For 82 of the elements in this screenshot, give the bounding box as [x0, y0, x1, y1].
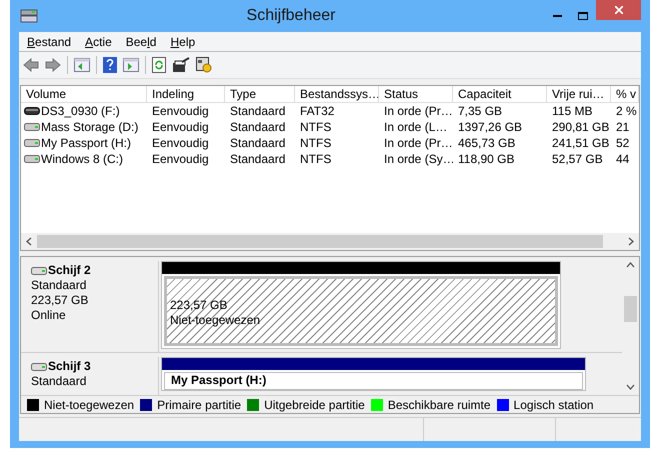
- table-cell-text: 115 MB: [551, 103, 594, 120]
- column-header[interactable]: Capaciteit: [453, 86, 547, 103]
- disk-drive-icon: [31, 266, 47, 274]
- legend-label: Niet-toegewezen: [44, 396, 134, 414]
- volume-name: Windows 8 (C:): [41, 151, 124, 168]
- table-cell-text: 52: [615, 135, 630, 152]
- panel-icon[interactable]: [123, 58, 139, 72]
- table-cell-text: Eenvoudig: [151, 103, 210, 120]
- panel-icon[interactable]: [74, 58, 90, 72]
- table-cell-text: 241,51 GB: [551, 135, 610, 152]
- column-header[interactable]: % v: [611, 86, 639, 103]
- table-cell-text: Standaard: [229, 135, 286, 152]
- legend-label: Beschikbare ruimte: [388, 396, 491, 414]
- disk-drive-icon: [24, 155, 40, 163]
- disk-info: 223,57 GB: [31, 293, 90, 308]
- refresh-icon[interactable]: [152, 57, 166, 73]
- disk-drive-icon: [24, 123, 40, 131]
- table-cell-text: In orde (Pr…: [383, 135, 453, 152]
- table-cell-text: 21: [615, 119, 630, 136]
- volume-name: My Passport (H:): [41, 135, 132, 152]
- table-cell-text: 465,73 GB: [457, 135, 516, 152]
- help-icon[interactable]: [103, 57, 117, 73]
- disk-info: Online: [31, 308, 67, 323]
- table-cell-text: In orde (Sy…: [383, 151, 453, 168]
- menu-item[interactable]: Help: [170, 32, 196, 50]
- window-title: Schijfbeheer: [246, 6, 336, 26]
- disk-drive-icon: [20, 9, 38, 23]
- settings-icon[interactable]: [196, 57, 212, 73]
- table-cell-text: 52,57 GB: [551, 151, 604, 168]
- menu-item[interactable]: Bestand: [27, 32, 72, 50]
- column-header[interactable]: Volume: [21, 86, 147, 103]
- column-header[interactable]: Type: [225, 86, 295, 103]
- back-arrow-icon[interactable]: [23, 58, 39, 72]
- table-cell-text: Eenvoudig: [151, 151, 210, 168]
- table-cell-text: FAT32: [299, 103, 336, 120]
- table-cell-text: 118,90 GB: [457, 151, 516, 168]
- table-cell-text: Standaard: [229, 151, 286, 168]
- forward-arrow-icon[interactable]: [45, 58, 61, 72]
- partition-info: 223,57 GB: [170, 298, 228, 313]
- horizontal-scrollbar-thumb[interactable]: [37, 235, 603, 248]
- menu-item[interactable]: Beeld: [126, 32, 156, 50]
- disk-info: Standaard: [31, 374, 88, 389]
- volume-name: DS3_0930 (F:): [41, 103, 120, 120]
- table-cell-text: NTFS: [299, 135, 332, 152]
- table-cell-text: 7,35 GB: [457, 103, 504, 120]
- disk-drive-icon: [31, 362, 47, 370]
- disk-info: Standaard: [31, 278, 88, 293]
- partition-info: Niet-toegewezen: [170, 313, 260, 328]
- scroll-down-icon[interactable]: [626, 382, 635, 391]
- vertical-scrollbar-thumb[interactable]: [624, 296, 637, 322]
- table-cell-text: In orde (Pr…: [383, 103, 453, 120]
- partition-title: My Passport (H:): [171, 373, 268, 387]
- table-cell-text: NTFS: [299, 151, 332, 168]
- table-cell-text: Eenvoudig: [151, 135, 210, 152]
- volume-name: Mass Storage (D:): [41, 119, 138, 136]
- table-cell-text: NTFS: [299, 119, 332, 136]
- column-header[interactable]: Vrije rui…: [547, 86, 611, 103]
- legend-label: Primaire partitie: [157, 396, 242, 414]
- properties-icon[interactable]: [172, 57, 190, 73]
- close-button[interactable]: [596, 0, 641, 20]
- table-cell-text: 1397,26 GB: [457, 119, 524, 136]
- legend-label: Logisch station: [514, 396, 594, 414]
- menu-item[interactable]: Actie: [85, 32, 112, 50]
- unallocated-partition[interactable]: 223,57 GB Niet-toegewezen: [161, 261, 561, 349]
- disk-drive-icon: [24, 139, 40, 147]
- column-header[interactable]: Bestandssys…: [295, 86, 379, 103]
- removable-drive-icon: [24, 107, 40, 115]
- scroll-up-icon[interactable]: [626, 261, 635, 270]
- column-header[interactable]: Indeling: [147, 86, 225, 103]
- disk-name: Schijf 2: [48, 263, 91, 278]
- close-icon: [614, 6, 622, 14]
- disk-name: Schijf 3: [48, 359, 91, 374]
- table-cell-text: Eenvoudig: [151, 119, 210, 136]
- table-cell-text: 2 %: [615, 103, 638, 120]
- table-cell-text: Standaard: [229, 103, 286, 120]
- table-cell-text: 44: [615, 151, 630, 168]
- table-cell-text: In orde (L…: [383, 119, 448, 136]
- column-header[interactable]: Status: [379, 86, 453, 103]
- table-cell-text: 290,81 GB: [551, 119, 610, 136]
- legend-label: Uitgebreide partitie: [264, 396, 365, 414]
- partition[interactable]: My Passport (H:): [161, 357, 586, 391]
- table-cell-text: Standaard: [229, 119, 286, 136]
